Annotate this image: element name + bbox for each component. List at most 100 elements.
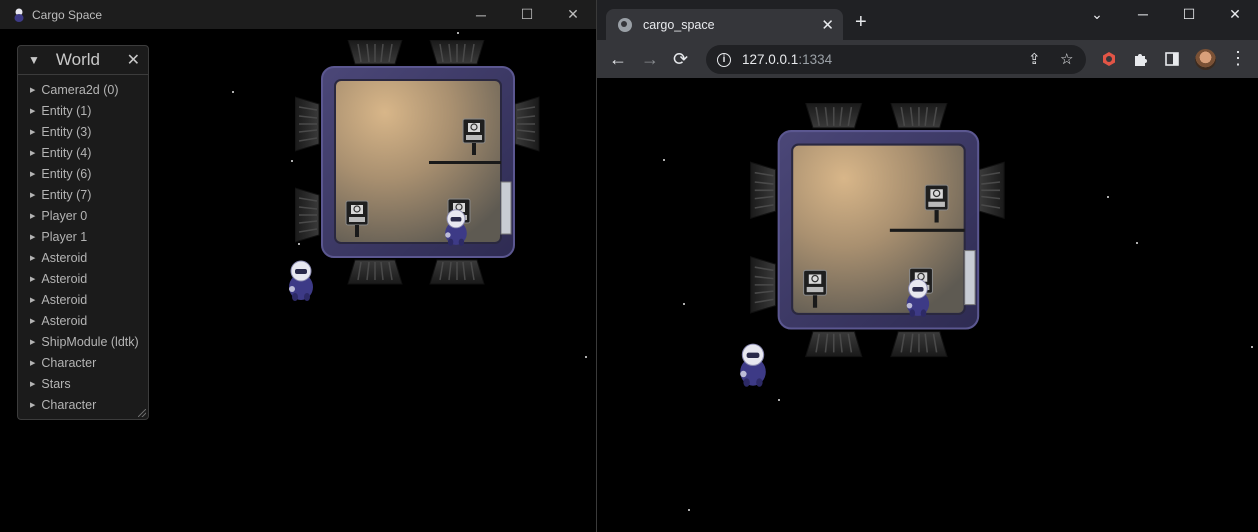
close-button[interactable]: ✕ xyxy=(1212,0,1258,28)
inspector-entity-item[interactable]: ▶ Entity (4) xyxy=(18,142,148,163)
expand-icon[interactable]: ▶ xyxy=(30,401,35,409)
expand-icon[interactable]: ▶ xyxy=(30,149,35,157)
inspector-entity-item[interactable]: ▶ Entity (6) xyxy=(18,163,148,184)
close-button[interactable]: ✕ xyxy=(550,0,596,29)
inspector-entity-item[interactable]: ▶ Player 0 xyxy=(18,205,148,226)
entity-label: Camera2d (0) xyxy=(41,82,119,97)
entity-label: Stars xyxy=(41,376,71,391)
expand-icon[interactable]: ▶ xyxy=(30,254,35,262)
inspector-header[interactable]: ▼ World ✕ xyxy=(18,46,148,75)
url-port: :1334 xyxy=(798,52,833,67)
app-icon xyxy=(13,8,25,22)
share-icon[interactable]: ⇪ xyxy=(1028,50,1041,68)
star xyxy=(291,160,293,162)
sidepanel-icon[interactable] xyxy=(1163,50,1181,68)
tab-search-button[interactable]: ⌄ xyxy=(1074,0,1120,28)
entity-list: ▶ Camera2d (0) ▶ Entity (1) ▶ Entity (3) ▶ Enti… xyxy=(18,75,148,415)
expand-icon[interactable]: ▶ xyxy=(30,380,35,388)
expand-icon[interactable]: ▶ xyxy=(30,317,35,325)
globe-icon xyxy=(618,17,632,32)
inspector-entity-item[interactable]: ▶ Camera2d (0) xyxy=(18,79,148,100)
entity-label: Character xyxy=(41,355,97,370)
collapse-icon[interactable]: ▼ xyxy=(28,53,40,67)
star xyxy=(457,32,459,34)
star xyxy=(778,399,780,401)
entity-label: Asteroid xyxy=(41,292,88,307)
entity-label: Character xyxy=(41,397,97,412)
expand-icon[interactable]: ▶ xyxy=(30,296,35,304)
entity-label: Entity (7) xyxy=(41,187,92,202)
info-icon[interactable]: i xyxy=(717,52,731,67)
inspector-entity-item[interactable]: ▶ Asteroid xyxy=(18,247,148,268)
star xyxy=(232,91,234,93)
extension-icon[interactable] xyxy=(1100,50,1118,68)
tab-close-icon[interactable]: ✕ xyxy=(821,16,834,34)
inspector-entity-item[interactable]: ▶ ShipModule (ldtk) xyxy=(18,331,148,352)
entity-label: Player 0 xyxy=(41,208,88,223)
entity-label: Asteroid xyxy=(41,250,88,265)
star xyxy=(1107,196,1109,198)
expand-icon[interactable]: ▶ xyxy=(30,107,35,115)
maximize-button[interactable]: ☐ xyxy=(504,0,550,29)
title-bar[interactable]: Cargo Space ─ ☐ ✕ xyxy=(0,0,596,29)
browser-window: cargo_space ✕ + ⌄ ─ ☐ ✕ ← → ⟳ i 127.0.0.… xyxy=(597,0,1258,532)
new-tab-button[interactable]: + xyxy=(855,12,867,32)
entity-label: Entity (3) xyxy=(41,124,92,139)
address-bar[interactable]: i 127.0.0.1:1334 ⇪ ☆ xyxy=(706,45,1086,74)
star xyxy=(1251,346,1253,348)
entity-label: ShipModule (ldtk) xyxy=(41,334,139,349)
expand-icon[interactable]: ▶ xyxy=(30,275,35,283)
star xyxy=(683,303,685,305)
expand-icon[interactable]: ▶ xyxy=(30,359,35,367)
inspector-entity-item[interactable]: ▶ Asteroid xyxy=(18,310,148,331)
star xyxy=(585,356,587,358)
inspector-entity-item[interactable]: ▶ Entity (7) xyxy=(18,184,148,205)
window-title: Cargo Space xyxy=(32,7,103,22)
forward-button[interactable]: → xyxy=(641,48,659,70)
entity-label: Entity (6) xyxy=(41,166,92,181)
menu-icon[interactable]: ⋮ xyxy=(1229,48,1247,68)
back-button[interactable]: ← xyxy=(609,48,627,70)
inspector-entity-item[interactable]: ▶ Character xyxy=(18,352,148,373)
expand-icon[interactable]: ▶ xyxy=(30,170,35,178)
minimize-button[interactable]: ─ xyxy=(1120,0,1166,28)
tab-cargo-space[interactable]: cargo_space ✕ xyxy=(606,9,843,40)
entity-label: Entity (4) xyxy=(41,145,92,160)
inspector-entity-item[interactable]: ▶ Asteroid xyxy=(18,268,148,289)
profile-avatar[interactable] xyxy=(1195,49,1216,70)
ship-module xyxy=(295,40,545,295)
entity-label: Entity (1) xyxy=(41,103,92,118)
tab-strip[interactable]: cargo_space ✕ + ⌄ ─ ☐ ✕ xyxy=(597,0,1258,40)
maximize-button[interactable]: ☐ xyxy=(1166,0,1212,28)
inspector-entity-item[interactable]: ▶ Player 1 xyxy=(18,226,148,247)
url-host: 127.0.0.1 xyxy=(742,52,799,67)
tab-title: cargo_space xyxy=(643,17,715,32)
inspector-entity-item[interactable]: ▶ Asteroid xyxy=(18,289,148,310)
expand-icon[interactable]: ▶ xyxy=(30,128,35,136)
player-character xyxy=(739,343,767,388)
world-inspector-panel[interactable]: ▼ World ✕ ▶ Camera2d (0) ▶ Entity (1) ▶ Entit… xyxy=(17,45,149,420)
puzzle-icon[interactable] xyxy=(1131,50,1149,68)
inspector-entity-item[interactable]: ▶ Character xyxy=(18,394,148,415)
star-icon[interactable]: ☆ xyxy=(1060,50,1073,68)
expand-icon[interactable]: ▶ xyxy=(30,233,35,241)
expand-icon[interactable]: ▶ xyxy=(30,86,35,94)
star xyxy=(1136,242,1138,244)
inspector-title: World xyxy=(55,50,100,69)
resize-handle[interactable] xyxy=(138,409,146,417)
reload-button[interactable]: ⟳ xyxy=(673,48,688,70)
ship-module xyxy=(748,103,1013,368)
expand-icon[interactable]: ▶ xyxy=(30,191,35,199)
close-icon[interactable]: ✕ xyxy=(127,50,140,70)
game-window: Cargo Space ─ ☐ ✕ ▼ World ✕ ▶ Camera2d (0… xyxy=(0,0,596,532)
star xyxy=(663,159,665,161)
inspector-entity-item[interactable]: ▶ Stars xyxy=(18,373,148,394)
game-canvas[interactable] xyxy=(597,78,1258,532)
player-character xyxy=(288,260,314,302)
minimize-button[interactable]: ─ xyxy=(458,0,504,29)
inspector-entity-item[interactable]: ▶ Entity (3) xyxy=(18,121,148,142)
expand-icon[interactable]: ▶ xyxy=(30,212,35,220)
inspector-entity-item[interactable]: ▶ Entity (1) xyxy=(18,100,148,121)
game-canvas[interactable]: ▼ World ✕ ▶ Camera2d (0) ▶ Entity (1) ▶ Entit… xyxy=(0,29,596,532)
expand-icon[interactable]: ▶ xyxy=(30,338,35,346)
